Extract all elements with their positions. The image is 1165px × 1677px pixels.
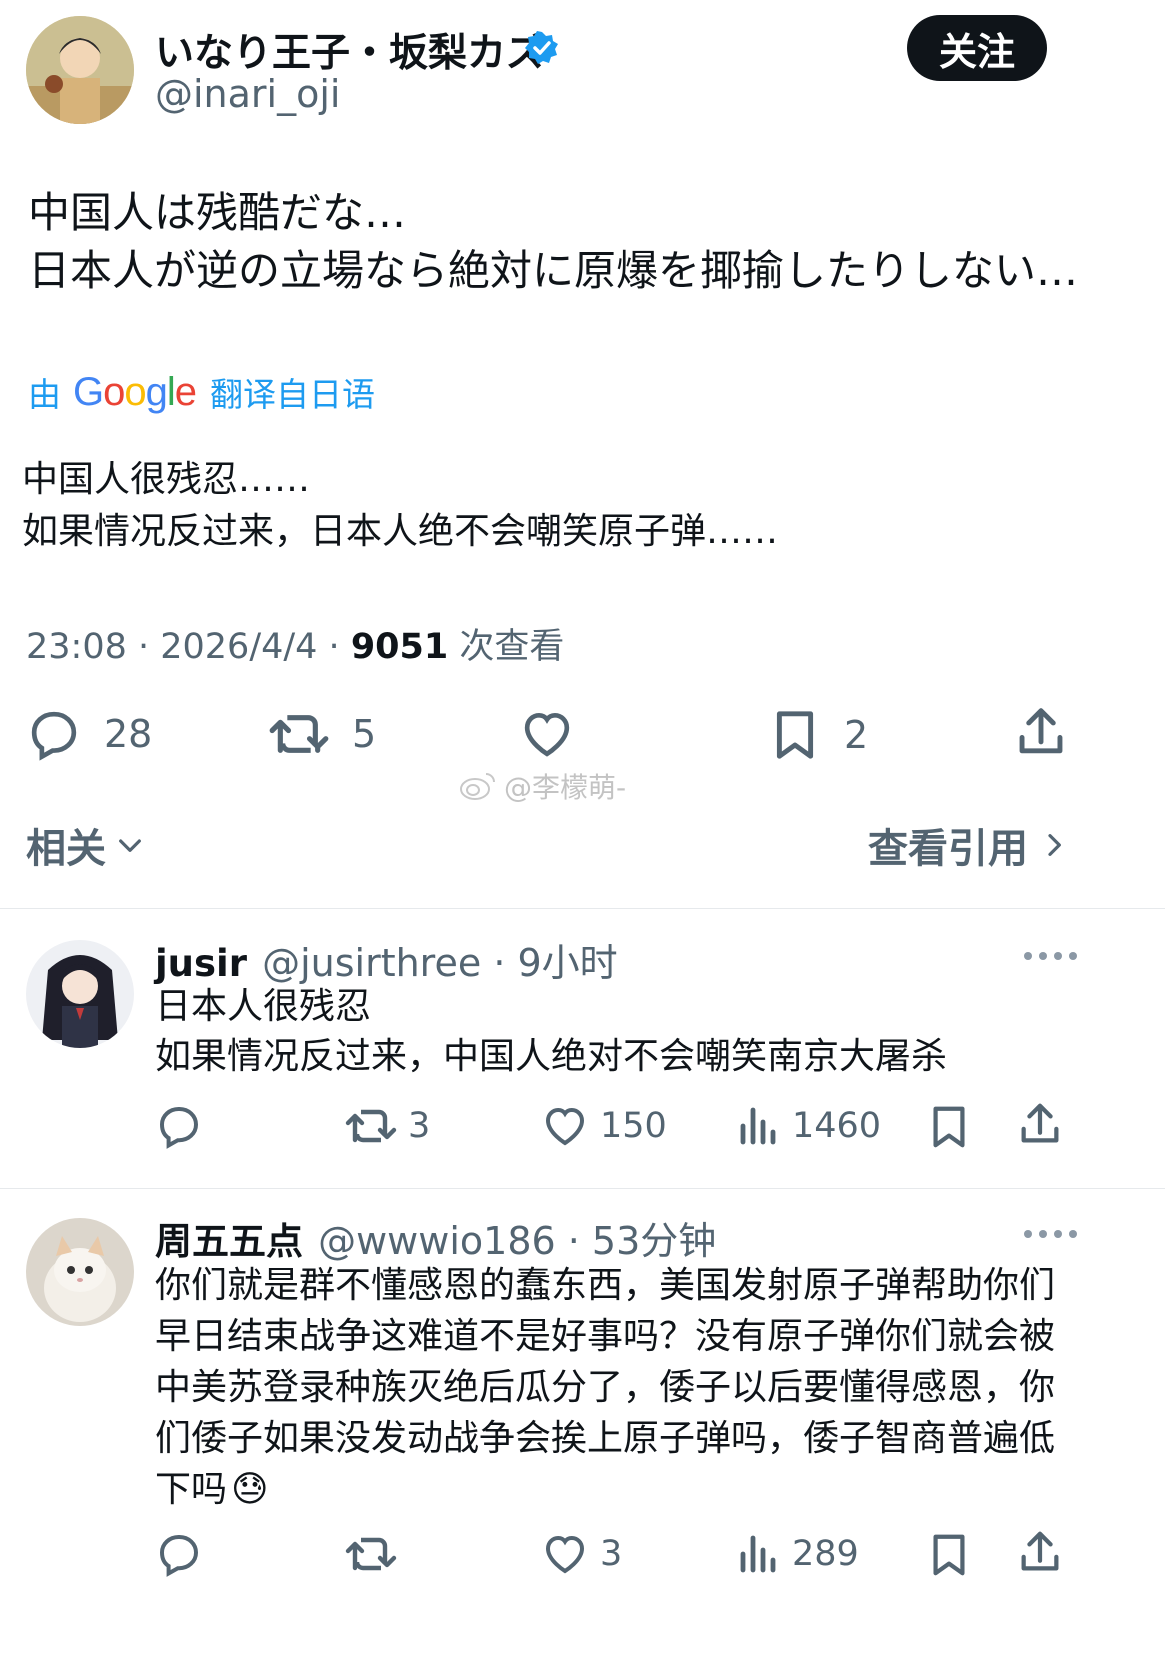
more-options-icon[interactable]	[1024, 952, 1077, 960]
reply-reply-action[interactable]	[155, 1530, 203, 1578]
reply-bookmark-action[interactable]	[926, 1530, 972, 1580]
reply-header: 周五五点 @wwwio186 · 53分钟	[155, 1210, 716, 1265]
reply-author-handle[interactable]: @wwwio186	[318, 1219, 556, 1263]
reply-share-action[interactable]	[1016, 1528, 1064, 1578]
retweet-icon	[269, 715, 329, 753]
reply-retweet-count: 3	[408, 1106, 431, 1146]
reply-views-count: 289	[792, 1534, 859, 1574]
tweet-views-label: 次查看	[448, 627, 565, 667]
bookmark-count: 2	[844, 713, 869, 757]
translation-prefix: 由	[28, 375, 61, 414]
reply-share-action[interactable]	[1016, 1100, 1064, 1150]
bookmark-icon	[933, 1106, 965, 1148]
reply-body: 你们就是群不懂感恩的蠢东西，美国发射原子弹帮助你们早日结束战争这难道不是好事吗？…	[155, 1260, 1067, 1515]
avatar-illustration	[26, 16, 134, 124]
retweet-icon	[345, 1537, 397, 1571]
tweet-line-1: 中国人は残酷だな…	[28, 188, 407, 237]
reply-like-action[interactable]: 3	[540, 1530, 622, 1578]
follow-button[interactable]: 关注	[907, 15, 1047, 81]
share-icon	[1021, 1103, 1059, 1143]
reply-time: · 53分钟	[555, 1219, 717, 1263]
analytics-icon	[740, 1107, 776, 1145]
sweat-emoji: 😓	[231, 1469, 269, 1510]
tweet-meta: 23:08 · 2026/4/4 · 9051 次查看	[26, 618, 564, 669]
tweet-line-2: 日本人が逆の立場なら絶対に原爆を揶揄したりしない…	[28, 246, 1079, 295]
share-action[interactable]	[1014, 704, 1068, 762]
author-handle[interactable]: @inari_oji	[155, 72, 340, 116]
translation-attribution[interactable]: 由 Google 翻译自日语	[28, 368, 375, 416]
heart-icon	[524, 712, 570, 757]
translation-suffix: 翻译自日语	[210, 375, 376, 414]
reply-header: jusir @jusirthree · 9小时	[155, 932, 618, 987]
reply-avatar[interactable]	[26, 1218, 134, 1326]
translated-line-1: 中国人很残忍……	[22, 459, 311, 500]
like-action[interactable]	[518, 706, 576, 762]
reply-like-count: 3	[600, 1534, 623, 1574]
reply-avatar[interactable]	[26, 940, 134, 1048]
reply-body-text: 你们就是群不懂感恩的蠢东西，美国发射原子弹帮助你们早日结束战争这难道不是好事吗？…	[155, 1265, 1056, 1510]
avatar-illustration	[26, 940, 134, 1048]
author-avatar[interactable]	[26, 16, 134, 124]
reply-time: · 9小时	[481, 941, 618, 985]
retweet-count: 5	[352, 712, 377, 756]
reply-like-count: 150	[600, 1106, 667, 1146]
reply-action[interactable]: 28	[26, 706, 152, 762]
more-options-icon[interactable]	[1024, 1230, 1077, 1238]
view-quotes-label: 查看引用	[868, 826, 1028, 872]
reply-reply-action[interactable]	[155, 1102, 203, 1150]
divider	[0, 908, 1165, 909]
weibo-logo-icon	[460, 773, 495, 800]
bookmark-icon	[776, 711, 814, 759]
related-toggle[interactable]: 相关	[26, 816, 146, 874]
retweet-action[interactable]: 5	[268, 706, 376, 762]
reply-line-2: 如果情况反过来，中国人绝对不会嘲笑南京大屠杀	[155, 1036, 948, 1077]
reply-line-1: 日本人很残忍	[155, 986, 372, 1027]
reply-retweet-action[interactable]	[344, 1530, 398, 1578]
reply-icon	[159, 1107, 199, 1149]
share-icon	[1019, 708, 1063, 754]
bookmark-icon	[933, 1534, 965, 1576]
verified-badge-icon	[524, 30, 560, 66]
reply-author-name[interactable]: jusir	[155, 942, 247, 985]
reply-bookmark-action[interactable]	[926, 1102, 972, 1152]
reply-views-count: 1460	[792, 1106, 882, 1146]
chevron-down-icon	[119, 839, 141, 852]
reply-retweet-action[interactable]: 3	[344, 1102, 430, 1150]
tweet-timestamp[interactable]: 23:08 · 2026/4/4 ·	[26, 627, 351, 667]
reply-author-name[interactable]: 周五五点	[155, 1220, 303, 1263]
divider	[0, 1188, 1165, 1189]
heart-icon	[545, 1535, 585, 1574]
tweet-views-count: 9051	[350, 627, 449, 667]
analytics-icon	[740, 1535, 776, 1573]
view-quotes-link[interactable]: 查看引用	[868, 816, 1070, 874]
reply-like-action[interactable]: 150	[540, 1102, 667, 1150]
reply-views-action[interactable]: 289	[736, 1530, 859, 1578]
heart-icon	[545, 1107, 585, 1146]
watermark-text: @李檬萌-	[504, 771, 627, 804]
retweet-icon	[345, 1109, 397, 1143]
reply-icon	[31, 711, 77, 761]
bookmark-action[interactable]: 2	[768, 706, 868, 764]
reply-views-action[interactable]: 1460	[736, 1102, 881, 1150]
translated-line-2: 如果情况反过来，日本人绝不会嘲笑原子弹……	[22, 511, 779, 552]
reply-count: 28	[104, 712, 153, 756]
related-label: 相关	[26, 826, 106, 872]
chevron-right-icon	[1048, 834, 1061, 856]
share-icon	[1021, 1531, 1059, 1571]
google-logo: Google	[73, 369, 197, 414]
reply-icon	[159, 1535, 199, 1577]
cat-photo	[26, 1218, 134, 1326]
reply-author-handle[interactable]: @jusirthree	[262, 941, 481, 985]
author-name[interactable]: いなり王子・坂梨カズ	[155, 22, 545, 78]
weibo-watermark: @李檬萌-	[458, 766, 626, 806]
